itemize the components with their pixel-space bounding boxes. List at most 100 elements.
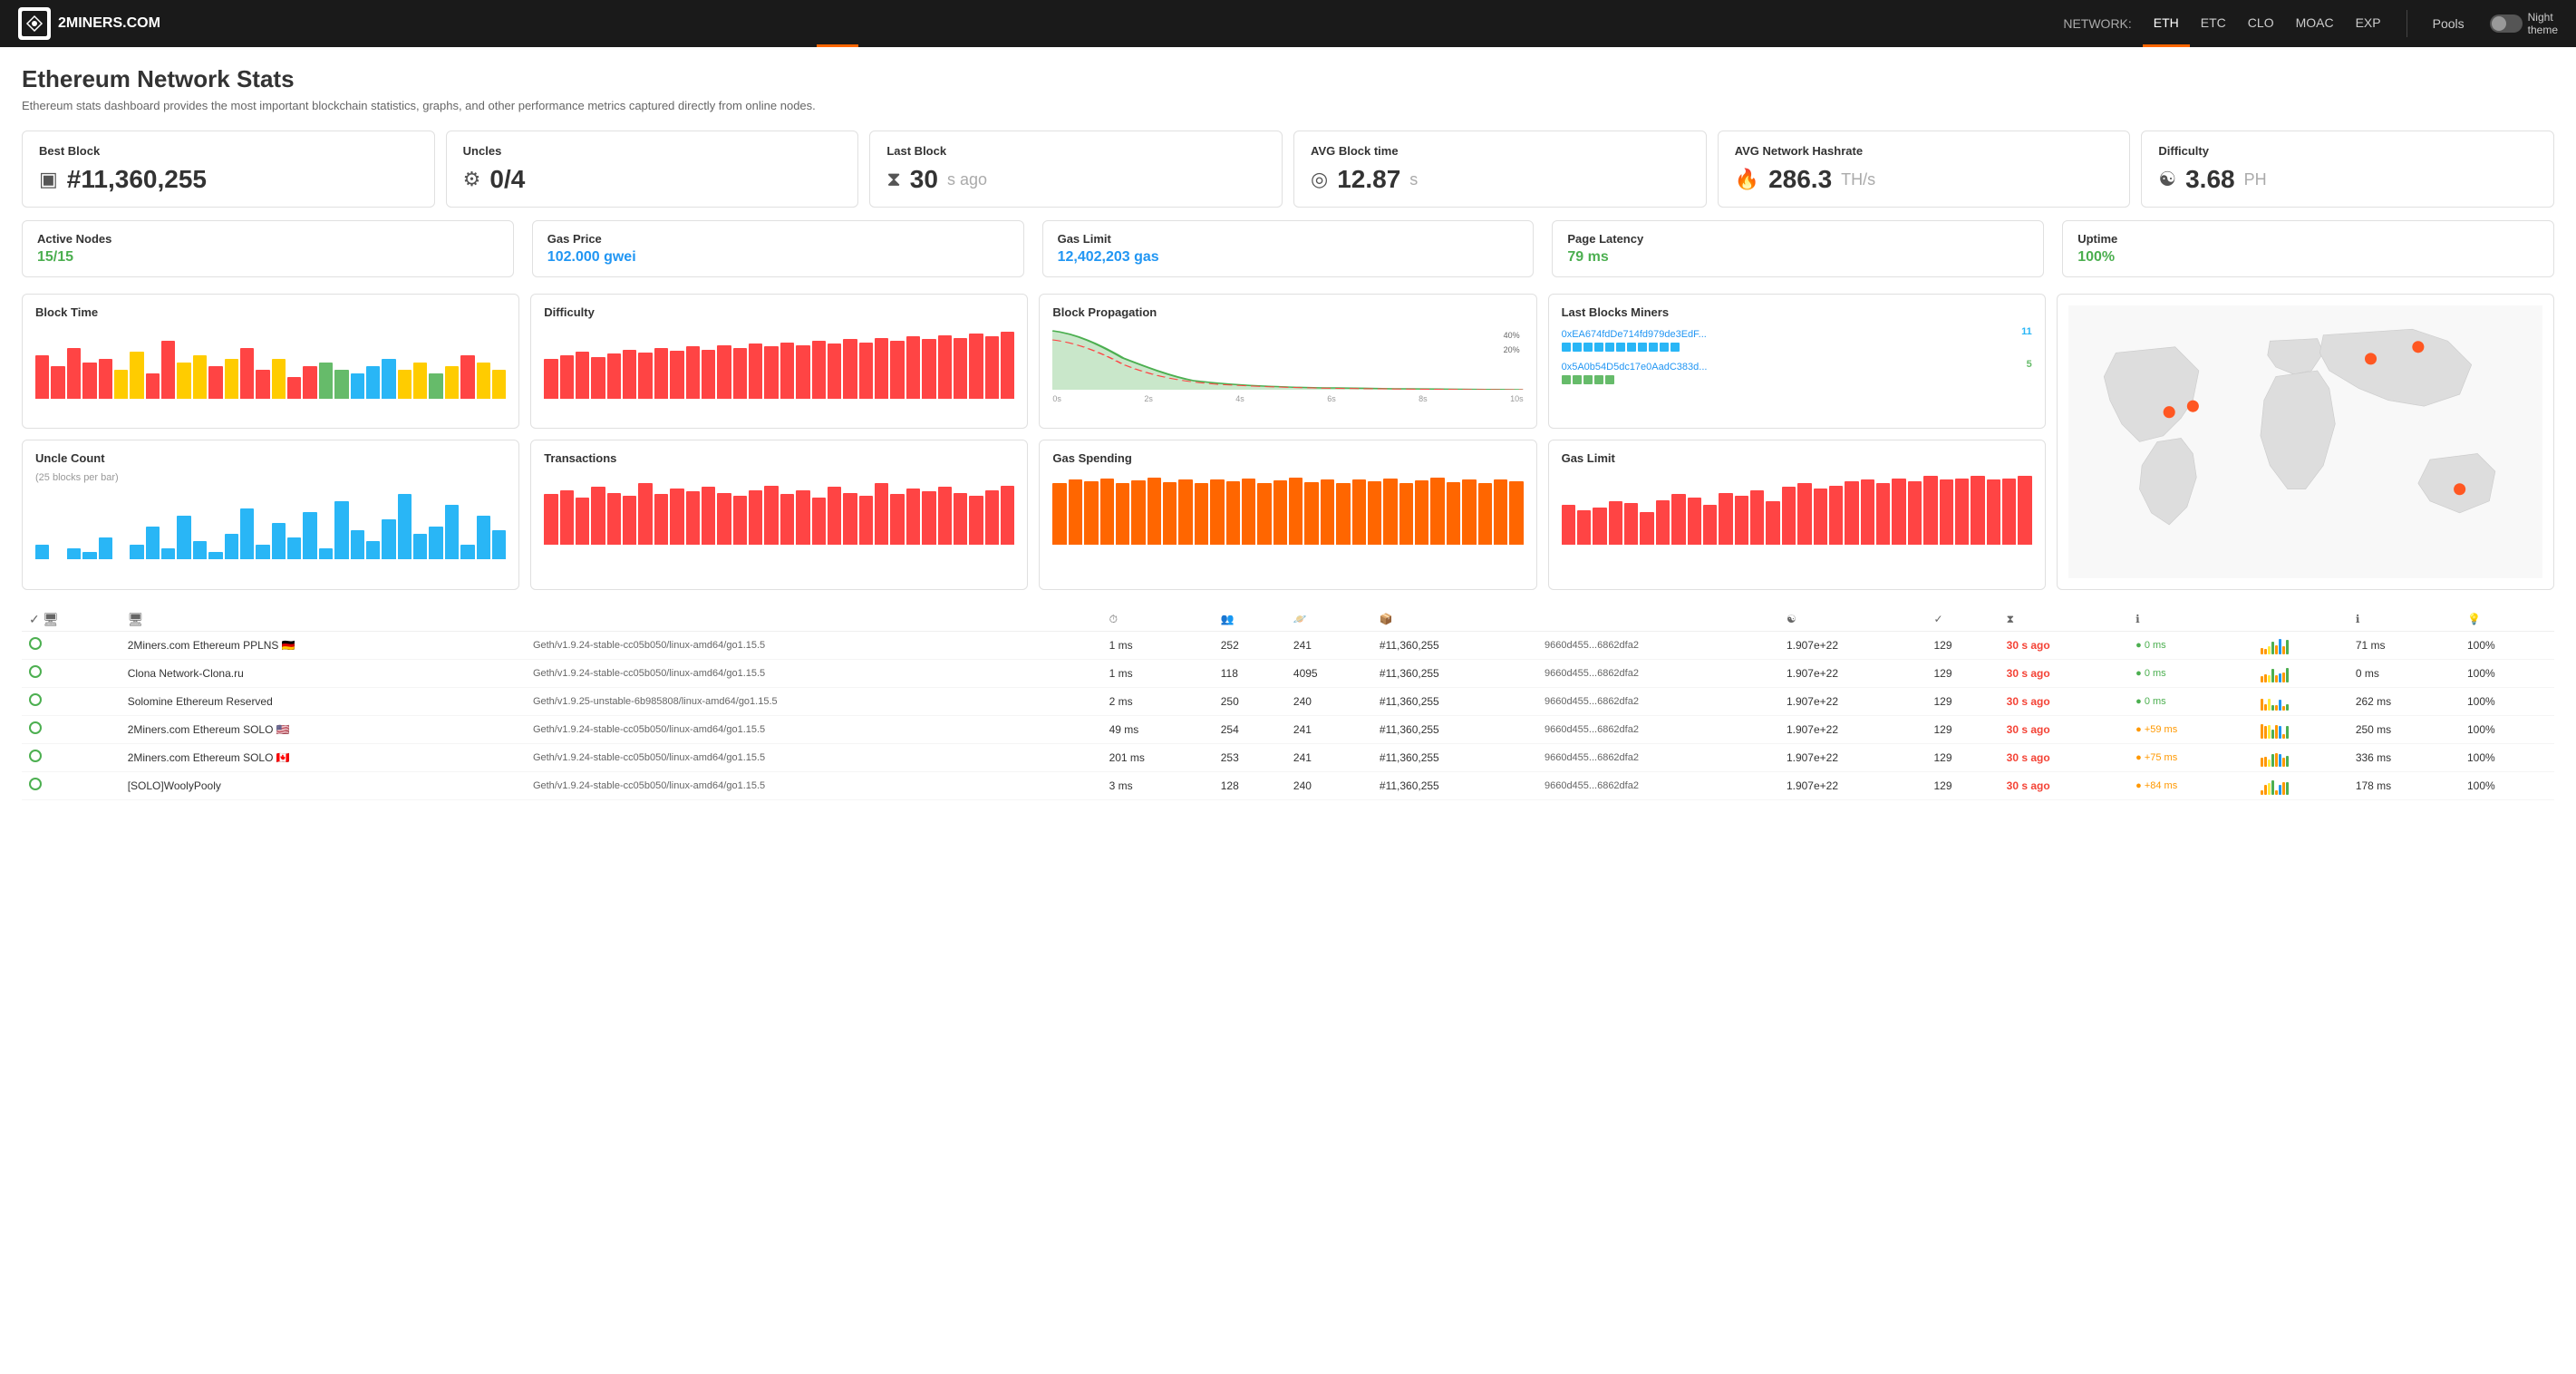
table-row: Solomine Ethereum Reserved Geth/v1.9.25-… (22, 687, 2554, 715)
difficulty-chart: Difficulty (530, 294, 1028, 429)
miner-row-2: 0x5A0b54D5dc17e0AadC383d... 5 (1562, 359, 2032, 384)
node-blockhash-2: 9660d455...6862dfa2 (1537, 687, 1779, 715)
th-blockhash (1537, 608, 1779, 632)
uptime-card: Uptime 100% (2062, 220, 2554, 277)
gas-limit-label: Gas Limit (1058, 232, 1519, 246)
node-peers-3: 254 (1214, 715, 1286, 743)
toggle-switch[interactable] (2490, 15, 2523, 33)
difficulty-unit: PH (2244, 170, 2267, 189)
node-propagation-4: ● +75 ms (2128, 743, 2253, 771)
miner-count-1: 11 (2021, 326, 2032, 337)
node-latency-0: 1 ms (1102, 631, 1214, 659)
gas-spending-title: Gas Spending (1052, 451, 1523, 465)
logo[interactable]: 2MINERS.COM (18, 7, 160, 40)
difficulty-value: 3.68 (2185, 165, 2235, 194)
node-latency-1: 1 ms (1102, 659, 1214, 687)
miner-blocks-2 (1562, 375, 2032, 384)
node-uncles-0: 129 (1927, 631, 2000, 659)
node-uptime-3: 100% (2460, 715, 2554, 743)
th-status: ✓ 🖥 (22, 608, 121, 632)
node-latency-2: 2 ms (1102, 687, 1214, 715)
node-uptime-4: 100% (2460, 743, 2554, 771)
pools-link[interactable]: Pools (2422, 16, 2475, 31)
uptime-value: 100% (2077, 249, 2539, 266)
gas-limit-value: 12,402,203 gas (1058, 249, 1519, 266)
gas-spending-bars (1052, 472, 1523, 545)
nav-clo[interactable]: CLO (2237, 1, 2285, 47)
node-client-3: Geth/v1.9.24-stable-cc05b050/linux-amd64… (526, 715, 1102, 743)
node-status-5 (22, 771, 121, 799)
last-block-value: 30 (910, 165, 938, 194)
uncle-count-title: Uncle Count (35, 451, 506, 465)
nav-etc[interactable]: ETC (2190, 1, 2237, 47)
miner-count-2: 5 (2027, 359, 2032, 370)
node-latency-5: 3 ms (1102, 771, 1214, 799)
node-pending-3: 241 (1286, 715, 1372, 743)
node-uptime-0: 100% (2460, 631, 2554, 659)
node-difficulty-4: 1.907e+22 (1779, 743, 1927, 771)
block-propagation-title: Block Propagation (1052, 305, 1523, 319)
nav-moac[interactable]: MOAC (2285, 1, 2345, 47)
last-block-unit: s ago (947, 170, 987, 189)
node-pending-1: 4095 (1286, 659, 1372, 687)
best-block-value: #11,360,255 (67, 165, 207, 194)
network-label: NETWORK: (2063, 16, 2131, 31)
uncle-count-chart: Uncle Count (25 blocks per bar) (22, 440, 519, 589)
table-row: 2Miners.com Ethereum PPLNS 🇩🇪 Geth/v1.9.… (22, 631, 2554, 659)
node-difficulty-0: 1.907e+22 (1779, 631, 1927, 659)
last-blocks-miners-chart: Last Blocks Miners 0xEA674fdDe714fd979de… (1548, 294, 2046, 429)
node-name-5: [SOLO]WoolyPooly (121, 771, 526, 799)
node-latency-ms-4: 336 ms (2348, 743, 2460, 771)
node-last-seen-5: 30 s ago (2000, 771, 2128, 799)
nav-links: ETH ETC CLO MOAC EXP (2143, 1, 2392, 47)
node-latency-ms-0: 71 ms (2348, 631, 2460, 659)
uncles-label: Uncles (463, 144, 842, 158)
table-row: 2Miners.com Ethereum SOLO 🇨🇦 Geth/v1.9.2… (22, 743, 2554, 771)
node-peers-0: 252 (1214, 631, 1286, 659)
hashrate-unit: TH/s (1841, 170, 1875, 189)
node-blockhash-4: 9660d455...6862dfa2 (1537, 743, 1779, 771)
node-pending-5: 240 (1286, 771, 1372, 799)
node-client-1: Geth/v1.9.24-stable-cc05b050/linux-amd64… (526, 659, 1102, 687)
gas-price-label: Gas Price (547, 232, 1009, 246)
status-indicator-3 (29, 721, 42, 734)
node-uncles-2: 129 (1927, 687, 2000, 715)
difficulty-chart-title: Difficulty (544, 305, 1014, 319)
node-sparkline-1 (2253, 659, 2348, 687)
nav-eth[interactable]: ETH (2143, 1, 2190, 47)
active-nodes-label: Active Nodes (37, 232, 499, 246)
node-status-0 (22, 631, 121, 659)
stat-cards-row1: Best Block ▣ #11,360,255 Uncles ⚙ 0/4 La… (22, 131, 2554, 208)
stat-cards-row2: Active Nodes 15/15 Gas Price 102.000 gwe… (22, 220, 2554, 277)
th-latency-ms: ℹ (2348, 608, 2460, 632)
avg-block-time-label: AVG Block time (1311, 144, 1690, 158)
node-last-seen-3: 30 s ago (2000, 715, 2128, 743)
node-uncles-3: 129 (1927, 715, 2000, 743)
gas-limit-chart: Gas Limit (1548, 440, 2046, 589)
hashrate-icon: 🔥 (1735, 168, 1759, 191)
node-pending-0: 241 (1286, 631, 1372, 659)
node-latency-ms-3: 250 ms (2348, 715, 2460, 743)
th-client (526, 608, 1102, 632)
world-map-card (2057, 294, 2554, 590)
last-block-label: Last Block (886, 144, 1265, 158)
uncles-icon: ⚙ (463, 168, 481, 191)
active-nodes-value: 15/15 (37, 249, 499, 266)
node-sparkline-5 (2253, 771, 2348, 799)
night-theme-toggle[interactable]: Night theme (2490, 11, 2558, 37)
node-sparkline-0 (2253, 631, 2348, 659)
propagation-area: 40% 20% 0s2s4s6s8s10s (1052, 326, 1523, 399)
nav-exp[interactable]: EXP (2345, 1, 2392, 47)
node-uncles-4: 129 (1927, 743, 2000, 771)
node-sparkline-4 (2253, 743, 2348, 771)
th-peers: 👥 (1214, 608, 1286, 632)
status-indicator-2 (29, 693, 42, 706)
gas-price-value: 102.000 gwei (547, 249, 1009, 266)
block-propagation-chart: Block Propagation 40% 20% 0s2s4s6s8s10s (1039, 294, 1536, 429)
node-sparkline-3 (2253, 715, 2348, 743)
th-block: 📦 (1372, 608, 1537, 632)
node-rows: 2Miners.com Ethereum PPLNS 🇩🇪 Geth/v1.9.… (22, 631, 2554, 799)
node-difficulty-1: 1.907e+22 (1779, 659, 1927, 687)
node-client-5: Geth/v1.9.24-stable-cc05b050/linux-amd64… (526, 771, 1102, 799)
node-last-seen-4: 30 s ago (2000, 743, 2128, 771)
